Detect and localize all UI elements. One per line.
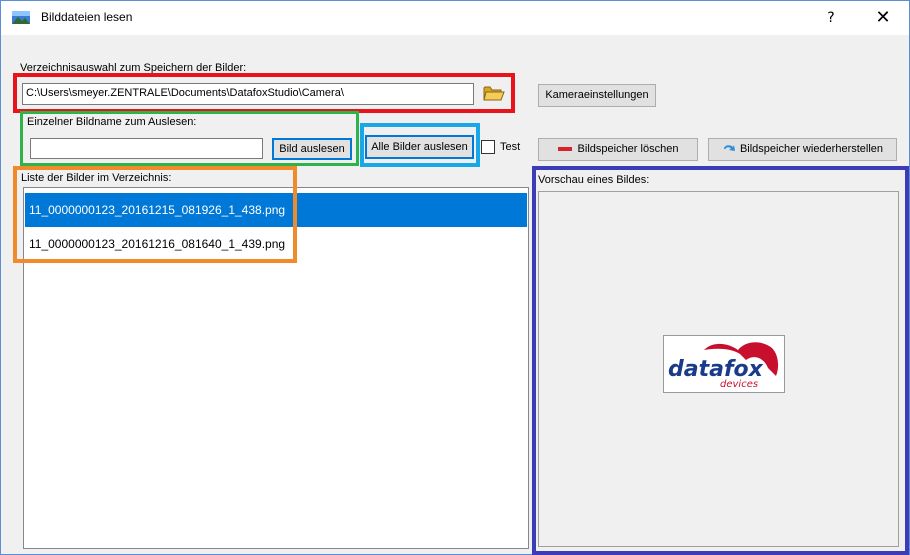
restore-image-memory-button[interactable]: Bildspeicher wiederherstellen: [708, 138, 897, 161]
title-bar: Bilddateien lesen ? ✕: [1, 1, 909, 35]
dialog-window: Bilddateien lesen ? ✕ Verzeichnisauswahl…: [0, 0, 910, 555]
test-checkbox-label: Test: [500, 141, 521, 153]
read-all-images-button[interactable]: Alle Bilder auslesen: [365, 135, 474, 159]
datafox-logo: datafox devices: [663, 335, 785, 393]
restore-arrow-icon: [723, 145, 735, 152]
directory-path-field[interactable]: C:\Users\smeyer.ZENTRALE\Documents\Dataf…: [22, 83, 474, 105]
help-button[interactable]: ?: [817, 7, 845, 29]
preview-label: Vorschau eines Bildes:: [538, 174, 650, 186]
single-image-label: Einzelner Bildname zum Auslesen:: [27, 116, 197, 128]
image-list-item[interactable]: 11_0000000123_20161216_081640_1_439.png: [25, 227, 527, 261]
logo-subtext: devices: [720, 379, 758, 390]
test-checkbox[interactable]: [481, 140, 495, 154]
delete-image-memory-button[interactable]: Bildspeicher löschen: [538, 138, 698, 161]
image-list[interactable]: 11_0000000123_20161215_081926_1_438.png …: [23, 187, 529, 549]
folder-open-icon: [482, 86, 505, 101]
directory-label: Verzeichnisauswahl zum Speichern der Bil…: [20, 62, 247, 74]
camera-settings-button[interactable]: Kameraeinstellungen: [538, 84, 656, 107]
window-title: Bilddateien lesen: [41, 10, 133, 24]
image-list-item[interactable]: 11_0000000123_20161215_081926_1_438.png: [25, 193, 527, 227]
read-image-button[interactable]: Bild auslesen: [272, 138, 352, 160]
restore-image-memory-label: Bildspeicher wiederherstellen: [739, 143, 884, 155]
minus-icon: [557, 147, 572, 152]
close-button[interactable]: ✕: [867, 7, 899, 29]
browse-folder-button[interactable]: [480, 81, 507, 105]
image-list-label: Liste der Bilder im Verzeichnis:: [21, 172, 172, 184]
delete-image-memory-label: Bildspeicher löschen: [577, 143, 679, 155]
landscape-image-icon: [12, 11, 30, 24]
single-image-name-field[interactable]: [30, 138, 263, 159]
